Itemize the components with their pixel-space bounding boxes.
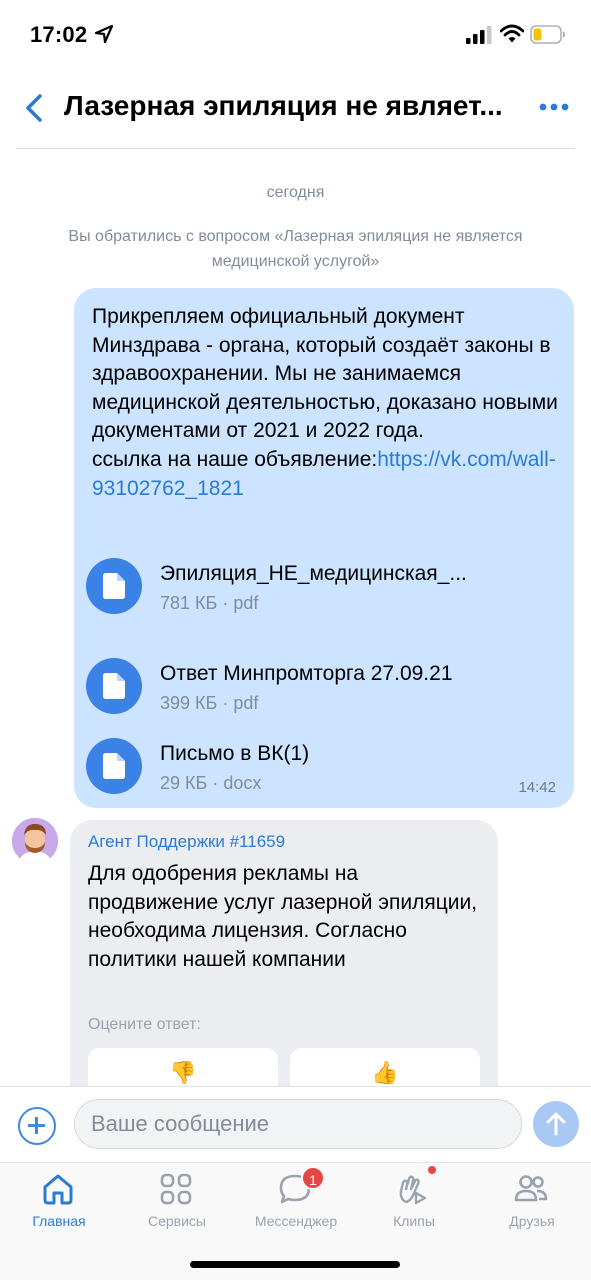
tab-home[interactable]: Главная bbox=[0, 1163, 118, 1243]
outgoing-message-text: Прикрепляем официальный документ Минздра… bbox=[92, 303, 567, 503]
incoming-message: Агент Поддержки #11659 Для одобрения рек… bbox=[70, 820, 498, 1120]
services-icon bbox=[160, 1173, 192, 1205]
outgoing-message: Прикрепляем официальный документ Минздра… bbox=[74, 288, 574, 808]
header-divider bbox=[16, 148, 575, 149]
wifi-icon bbox=[500, 24, 524, 43]
thumbs-down-icon: 👎 bbox=[169, 1060, 197, 1085]
tab-messenger[interactable]: 1 Мессенджер bbox=[237, 1163, 355, 1243]
tab-services[interactable]: Сервисы bbox=[118, 1163, 236, 1243]
home-icon bbox=[43, 1174, 73, 1205]
status-bar: 17:02 bbox=[0, 0, 591, 70]
attachment-item[interactable]: Ответ Минпромторга 27.09.21 399 КБ · pdf bbox=[86, 658, 556, 718]
document-icon bbox=[86, 738, 142, 794]
battery-icon bbox=[530, 25, 566, 44]
tab-label: Мессенджер bbox=[254, 1213, 338, 1229]
new-content-dot bbox=[428, 1166, 436, 1174]
attachment-name: Эпиляция_НЕ_медицинская_... bbox=[160, 562, 467, 585]
incoming-message-text: Для одобрения рекламы на продвижение усл… bbox=[88, 862, 478, 971]
home-indicator bbox=[190, 1261, 400, 1268]
attachment-item[interactable]: Эпиляция_НЕ_медицинская_... 781 КБ · pdf bbox=[86, 558, 556, 618]
date-separator: сегодня bbox=[266, 184, 325, 201]
send-arrow-icon bbox=[546, 1112, 566, 1136]
avatar[interactable] bbox=[12, 818, 58, 864]
status-time: 17:02 bbox=[30, 22, 88, 47]
send-button[interactable] bbox=[533, 1101, 579, 1147]
attachment-meta: 399 КБ · pdf bbox=[160, 693, 259, 713]
clips-icon bbox=[399, 1175, 427, 1205]
message-input[interactable] bbox=[74, 1099, 522, 1149]
document-icon bbox=[86, 558, 142, 614]
unread-badge: 1 bbox=[301, 1166, 325, 1190]
message-time: 14:42 bbox=[518, 779, 556, 796]
more-options-icon[interactable] bbox=[536, 92, 572, 122]
tab-label: Главная bbox=[32, 1213, 86, 1229]
tab-clips[interactable]: Клипы bbox=[355, 1163, 473, 1243]
back-arrow-icon[interactable] bbox=[16, 88, 50, 128]
attachment-name: Письмо в ВК(1) bbox=[160, 742, 310, 765]
rate-label: Оцените ответ: bbox=[88, 1016, 201, 1033]
tab-label: Друзья bbox=[509, 1213, 555, 1229]
sender-name[interactable]: Агент Поддержки #11659 bbox=[88, 832, 285, 852]
chat-header: Лазерная эпиляция не являет... bbox=[0, 70, 591, 150]
tab-label: Клипы bbox=[393, 1213, 435, 1229]
tab-friends[interactable]: Друзья bbox=[473, 1163, 591, 1243]
attachment-meta: 781 КБ · pdf bbox=[160, 593, 259, 613]
thumbs-up-icon: 👍 bbox=[371, 1060, 399, 1085]
chat-title: Лазерная эпиляция не являет... bbox=[64, 90, 503, 121]
outgoing-message-body: Прикрепляем официальный документ Минздра… bbox=[92, 305, 558, 443]
location-arrow-icon bbox=[94, 24, 114, 44]
tab-label: Сервисы bbox=[147, 1213, 206, 1229]
attachment-name: Ответ Минпромторга 27.09.21 bbox=[160, 662, 453, 685]
cellular-signal-icon bbox=[466, 26, 492, 44]
friends-icon bbox=[514, 1175, 548, 1202]
attachment-meta: 29 КБ · docx bbox=[160, 773, 262, 793]
attach-plus-icon[interactable] bbox=[18, 1107, 56, 1145]
system-message: Вы обратились с вопросом «Лазерная эпиля… bbox=[68, 228, 523, 270]
attachment-item[interactable]: Письмо в ВК(1) 29 КБ · docx bbox=[86, 738, 556, 798]
message-composer bbox=[0, 1086, 591, 1162]
document-icon bbox=[86, 658, 142, 714]
link-prefix: ссылка на наше объявление: bbox=[92, 447, 378, 471]
